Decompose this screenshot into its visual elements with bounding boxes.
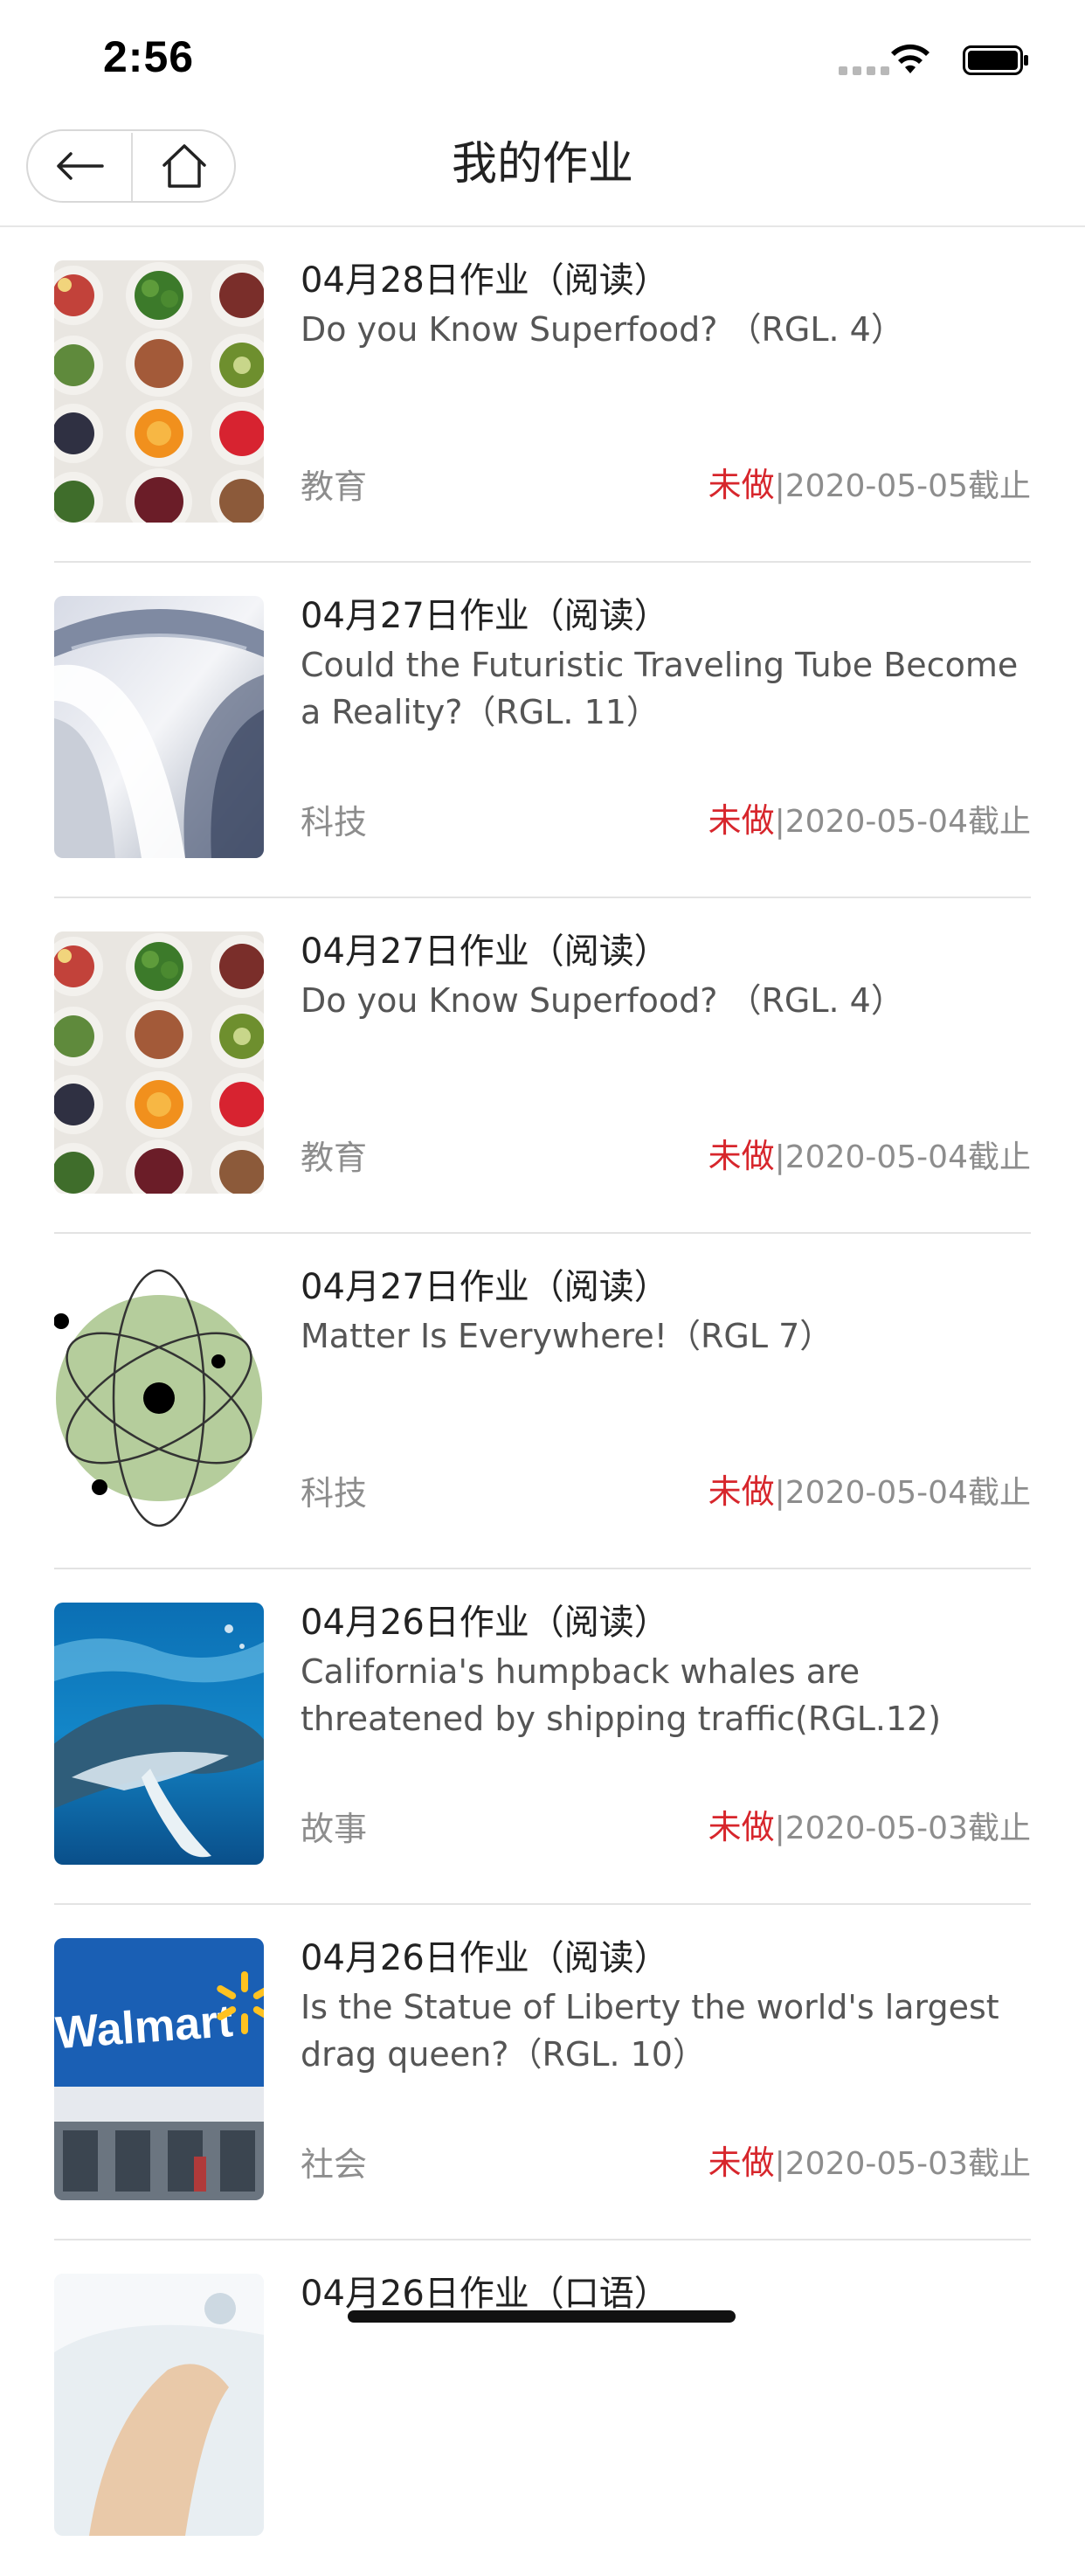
assignment-date: 04月28日作业（阅读） xyxy=(301,260,669,301)
assignment-title: Do you Know Superfood? （RGL. 4） xyxy=(301,981,904,1020)
assignment-date: 04月27日作业（阅读） xyxy=(301,1267,669,1307)
assignment-category: 教育 xyxy=(301,467,368,506)
assignment-item[interactable]: 04月27日作业（阅读） Do you Know Superfood? （RGL… xyxy=(0,898,1085,1234)
assignment-title: Is the Statue of Liberty the world's lar… xyxy=(301,1988,999,2074)
superfood-icon xyxy=(54,260,264,523)
battery-icon xyxy=(963,45,1028,75)
assignment-category: 科技 xyxy=(301,1474,368,1513)
assignment-title: Matter Is Everywhere!（RGL 7） xyxy=(301,1317,833,1355)
assignment-status-line: 未做|2020-05-04截止 xyxy=(708,1465,1031,1513)
atom-icon xyxy=(54,1267,264,1529)
superfood-icon xyxy=(54,931,264,1194)
assignment-title: California's humpback whales are threate… xyxy=(301,1652,942,1738)
deadline-label: |2020-05-04截止 xyxy=(774,1139,1031,1175)
assignment-item[interactable]: 04月26日作业（阅读） California's humpback whale… xyxy=(0,1569,1085,1905)
wifi-icon xyxy=(891,44,930,73)
assignment-date: 04月27日作业（阅读） xyxy=(301,931,669,972)
assignment-status-line: 未做|2020-05-03截止 xyxy=(708,1800,1031,1848)
status-time: 2:56 xyxy=(103,32,195,81)
hand-icon xyxy=(54,2274,264,2536)
signal-icon xyxy=(839,66,889,75)
assignment-status-line: 未做|2020-05-03截止 xyxy=(708,2136,1031,2184)
assignment-item[interactable]: 04月27日作业（阅读） Could the Futuristic Travel… xyxy=(0,563,1085,898)
whale-icon xyxy=(54,1603,264,1865)
walmart-icon: Walmart xyxy=(54,1938,264,2200)
status-label: 未做 xyxy=(708,1137,775,1175)
nav-bar: 我的作业 xyxy=(0,115,1085,227)
assignment-status-line: 未做|2020-05-04截止 xyxy=(708,1129,1031,1177)
assignment-item[interactable]: 04月26日作业（口语） xyxy=(0,2240,1085,2576)
status-label: 未做 xyxy=(708,2143,775,2182)
assignment-title: Do you Know Superfood? （RGL. 4） xyxy=(301,310,904,349)
status-label: 未做 xyxy=(708,466,775,504)
assignment-category: 教育 xyxy=(301,1139,368,1177)
assignment-item[interactable]: 04月28日作业（阅读） Do you Know Superfood? （RGL… xyxy=(0,227,1085,563)
status-icons xyxy=(819,40,1029,75)
assignment-category: 科技 xyxy=(301,803,368,841)
home-indicator[interactable] xyxy=(348,2310,736,2323)
page-title: 我的作业 xyxy=(451,138,633,190)
assignment-date: 04月26日作业（阅读） xyxy=(301,1938,669,1978)
assignment-title: Could the Futuristic Traveling Tube Beco… xyxy=(301,646,1019,731)
status-bar: 2:56 xyxy=(0,0,1085,115)
status-label: 未做 xyxy=(708,1472,775,1511)
deadline-label: |2020-05-03截止 xyxy=(774,2146,1031,2182)
assignment-item[interactable]: 04月27日作业（阅读） Matter Is Everywhere!（RGL 7… xyxy=(0,1234,1085,1569)
deadline-label: |2020-05-04截止 xyxy=(774,804,1031,840)
deadline-label: |2020-05-04截止 xyxy=(774,1475,1031,1511)
assignment-status-line: 未做|2020-05-05截止 xyxy=(708,458,1031,506)
deadline-label: |2020-05-03截止 xyxy=(774,1811,1031,1846)
assignment-date: 04月26日作业（口语） xyxy=(301,2274,669,2314)
assignment-item[interactable]: Walmart 04月26日作业（阅读） Is the Statue of Li… xyxy=(0,1905,1085,2240)
assignment-category: 社会 xyxy=(301,2145,368,2184)
assignment-category: 故事 xyxy=(301,1810,368,1848)
assignment-date: 04月26日作业（阅读） xyxy=(301,1603,669,1643)
tube-icon xyxy=(54,596,264,858)
status-label: 未做 xyxy=(708,801,775,840)
assignment-list[interactable]: 04月28日作业（阅读） Do you Know Superfood? （RGL… xyxy=(0,227,1085,2576)
status-label: 未做 xyxy=(708,1808,775,1846)
assignment-status-line: 未做|2020-05-04截止 xyxy=(708,793,1031,841)
deadline-label: |2020-05-05截止 xyxy=(774,468,1031,504)
assignment-date: 04月27日作业（阅读） xyxy=(301,596,669,636)
